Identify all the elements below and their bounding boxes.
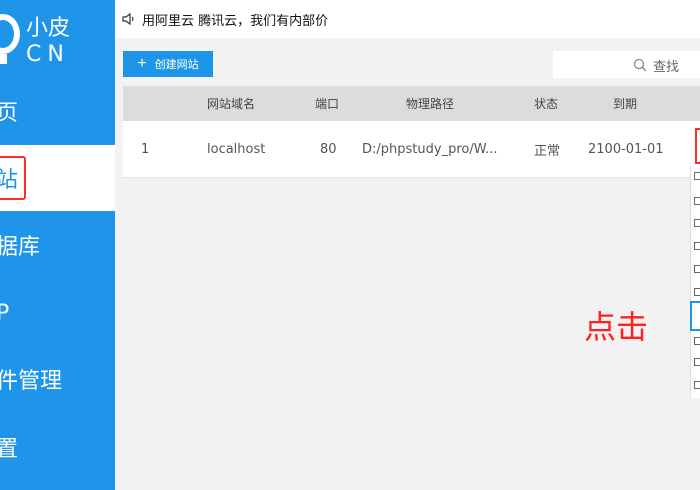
search-input[interactable]: 查找 (553, 51, 700, 78)
menu-item-icon[interactable] (694, 172, 700, 180)
logo-name: 小皮 (26, 16, 71, 41)
search-label: 查找 (653, 60, 680, 75)
row-port: 80 (320, 141, 337, 157)
menu-item-icon[interactable] (694, 288, 700, 296)
sidebar-item-label: 件管理 (0, 369, 63, 394)
header-port: 端口 (315, 97, 340, 111)
sidebar-item-label: 页 (0, 101, 19, 126)
sidebar-item-settings[interactable]: 置 (0, 414, 115, 480)
row-expire: 2100-01-01 (588, 141, 664, 157)
sidebar-item-label: 据库 (0, 235, 41, 260)
website-table: 网站域名 端口 物理路径 状态 到期 1 localhost 80 D:/php… (123, 86, 700, 178)
header-domain: 网站域名 (207, 97, 256, 111)
menu-item-icon[interactable] (694, 358, 700, 366)
notice-text[interactable]: 用阿里云 腾讯云，我们有内部价 (142, 10, 328, 29)
header-path: 物理路径 (406, 97, 455, 111)
menu-item-icon[interactable] (694, 381, 700, 389)
click-annotation: 点击 (584, 308, 649, 346)
sidebar-item-label: 站 (0, 156, 27, 200)
speaker-icon (122, 12, 134, 26)
notice-bar[interactable]: 用阿里云 腾讯云，我们有内部价 (122, 8, 328, 30)
header-expire: 到期 (613, 97, 638, 111)
create-website-button[interactable]: + 创建网站 (123, 51, 213, 77)
sidebar-item-website[interactable]: 站 (0, 145, 115, 211)
menu-item-selected[interactable] (690, 301, 700, 331)
logo-mark-icon (0, 14, 20, 54)
row-path[interactable]: D:/phpstudy_pro/W... (362, 121, 497, 177)
logo: 小皮 CN (0, 0, 115, 80)
menu-item-icon[interactable] (694, 197, 700, 205)
row-domain[interactable]: localhost (207, 121, 265, 177)
logo-cn: CN (26, 42, 70, 67)
table-header: 网站域名 端口 物理路径 状态 到期 (123, 86, 700, 121)
menu-item-icon[interactable] (694, 242, 700, 250)
row-status: 正常 (534, 143, 561, 159)
sidebar-item-label: 置 (0, 437, 19, 462)
sidebar-item-ftp[interactable]: P (0, 280, 115, 346)
header-status: 状态 (534, 97, 559, 111)
row-index: 1 (141, 141, 150, 157)
table-row[interactable]: 1 localhost 80 D:/phpstudy_pro/W... 正常 2… (123, 121, 700, 178)
manage-button-highlight[interactable] (695, 128, 700, 164)
sidebar-item-home[interactable]: 页 (0, 78, 115, 144)
menu-item-icon[interactable] (694, 337, 700, 345)
sidebar-item-database[interactable]: 据库 (0, 212, 115, 278)
sidebar-item-file-manager[interactable]: 件管理 (0, 346, 115, 412)
menu-item-icon[interactable] (694, 219, 700, 227)
search-icon (633, 58, 647, 72)
sidebar-item-label: P (0, 300, 10, 326)
plus-icon: + (137, 55, 147, 72)
sidebar: 小皮 CN 页 站 据库 P 件管理 置 (0, 0, 115, 490)
menu-item-icon[interactable] (694, 265, 700, 273)
create-website-label: 创建网站 (154, 59, 199, 71)
logo-dot-icon (0, 54, 7, 64)
